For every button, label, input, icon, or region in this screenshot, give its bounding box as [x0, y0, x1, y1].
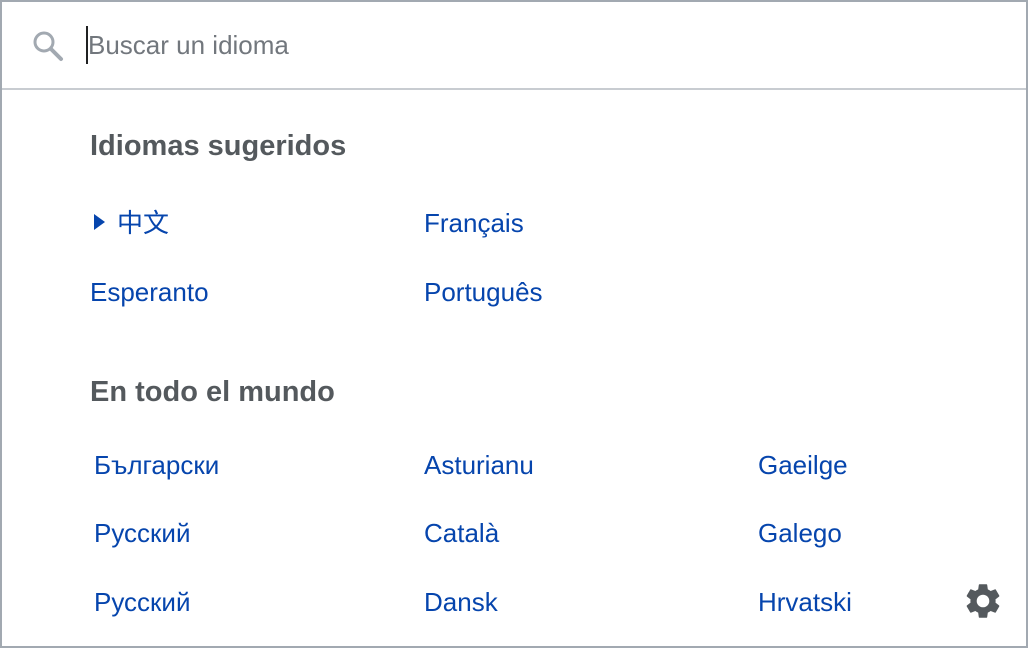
worldwide-language-asturian[interactable]: Asturianu: [424, 448, 534, 482]
worldwide-languages-title: En todo el mundo: [90, 376, 335, 408]
gear-icon: [962, 584, 1004, 626]
worldwide-language-galician[interactable]: Galego: [758, 516, 842, 550]
text-caret: [86, 26, 88, 64]
suggested-languages-title: Idiomas sugeridos: [90, 130, 347, 162]
search-input[interactable]: [84, 22, 984, 68]
suggested-language-esperanto[interactable]: Esperanto: [90, 275, 209, 309]
worldwide-language-irish[interactable]: Gaeilge: [758, 448, 848, 482]
worldwide-language-russian-2[interactable]: Русский: [94, 585, 190, 619]
worldwide-language-croatian[interactable]: Hrvatski: [758, 585, 852, 619]
language-label: 中文: [117, 208, 170, 238]
search-icon: [30, 28, 66, 64]
worldwide-language-catalan[interactable]: Català: [424, 516, 499, 550]
worldwide-language-bulgarian[interactable]: Български: [94, 448, 219, 482]
suggested-language-french[interactable]: Français: [424, 206, 524, 240]
selected-marker-icon: [94, 214, 105, 230]
search-bar: [2, 2, 1026, 90]
suggested-language-chinese[interactable]: 中文: [94, 206, 169, 240]
settings-button[interactable]: [962, 580, 1004, 622]
worldwide-language-russian[interactable]: Русский: [94, 516, 190, 550]
suggested-language-portuguese[interactable]: Português: [424, 275, 543, 309]
worldwide-language-danish[interactable]: Dansk: [424, 585, 498, 619]
language-selector-panel: Idiomas sugeridos 中文 Français Esperanto …: [0, 0, 1028, 648]
